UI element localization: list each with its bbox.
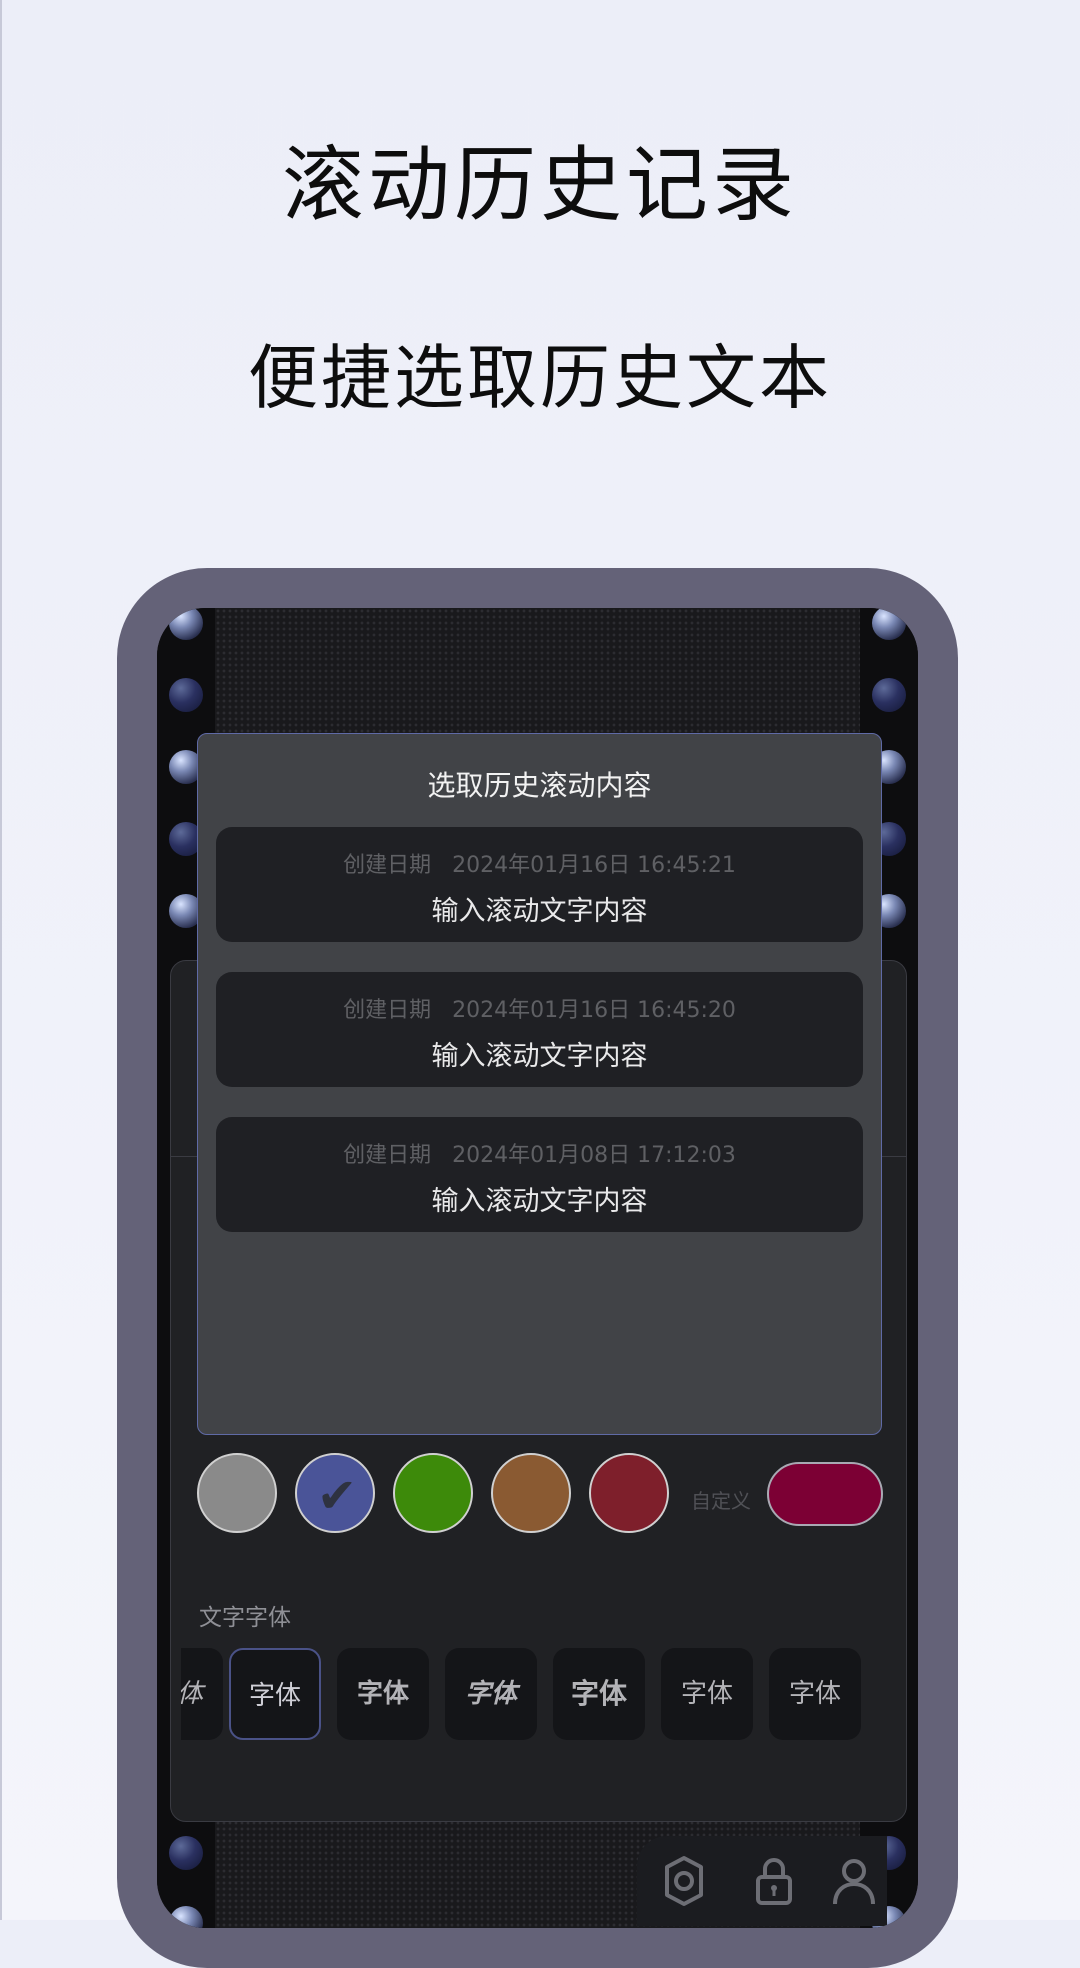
font-option[interactable]: 字体 [661,1648,753,1740]
font-section-label: 文字字体 [199,1605,291,1631]
lock-icon[interactable] [747,1854,801,1908]
font-option[interactable]: 字体 [445,1648,537,1740]
promo-title: 滚动历史记录 [281,138,798,233]
settings-icon[interactable] [657,1854,711,1908]
bulb [169,1836,203,1870]
history-item-text: 输入滚动文字内容 [431,1041,648,1072]
custom-color-label: 自定义 [691,1489,751,1513]
bulb [169,678,203,712]
color-swatch-brown[interactable] [491,1453,571,1533]
user-icon[interactable] [827,1854,881,1908]
history-item-date: 创建日期 2024年01月16日 16:45:21 [343,853,736,878]
color-swatch-green[interactable] [393,1453,473,1533]
font-option[interactable]: 字体 [337,1648,429,1740]
history-item-text: 输入滚动文字内容 [431,1186,648,1217]
left-edge-divider [0,0,2,1920]
bulb [872,608,906,640]
history-item[interactable]: 创建日期 2024年01月16日 16:45:20 输入滚动文字内容 [216,972,863,1087]
history-item-date: 创建日期 2024年01月16日 16:45:20 [343,998,736,1023]
font-option-selected[interactable]: 字体 [229,1648,321,1740]
history-dialog: 选取历史滚动内容 创建日期 2024年01月16日 16:45:21 输入滚动文… [197,733,882,1435]
custom-color-button[interactable] [767,1462,883,1526]
history-item[interactable]: 创建日期 2024年01月08日 17:12:03 输入滚动文字内容 [216,1117,863,1232]
dialog-title: 选取历史滚动内容 [427,769,652,802]
check-icon: ✔ [316,1468,358,1524]
font-options-row[interactable]: 字体 字体 字体 字体 字体 字体 字体 [181,1648,881,1740]
color-swatch-gray[interactable] [197,1453,277,1533]
promo-subtitle: 便捷选取历史文本 [248,337,832,419]
font-option[interactable]: 字体 [181,1648,223,1740]
history-item[interactable]: 创建日期 2024年01月16日 16:45:21 输入滚动文字内容 [216,827,863,942]
bulb [872,678,906,712]
color-swatch-red[interactable] [589,1453,669,1533]
phone-screen: ✔ 自定义 文字字体 字体 字体 字体 字体 字体 字体 字体 选取历史滚动内容… [157,608,918,1928]
bulb [169,1906,203,1928]
history-item-text: 输入滚动文字内容 [431,896,648,927]
history-item-date: 创建日期 2024年01月08日 17:12:03 [343,1143,736,1168]
color-swatch-blue[interactable]: ✔ [295,1453,375,1533]
font-option[interactable]: 字体 [553,1648,645,1740]
bulb [169,608,203,640]
bottom-toolbar [637,1836,887,1926]
font-option[interactable]: 字体 [769,1648,861,1740]
